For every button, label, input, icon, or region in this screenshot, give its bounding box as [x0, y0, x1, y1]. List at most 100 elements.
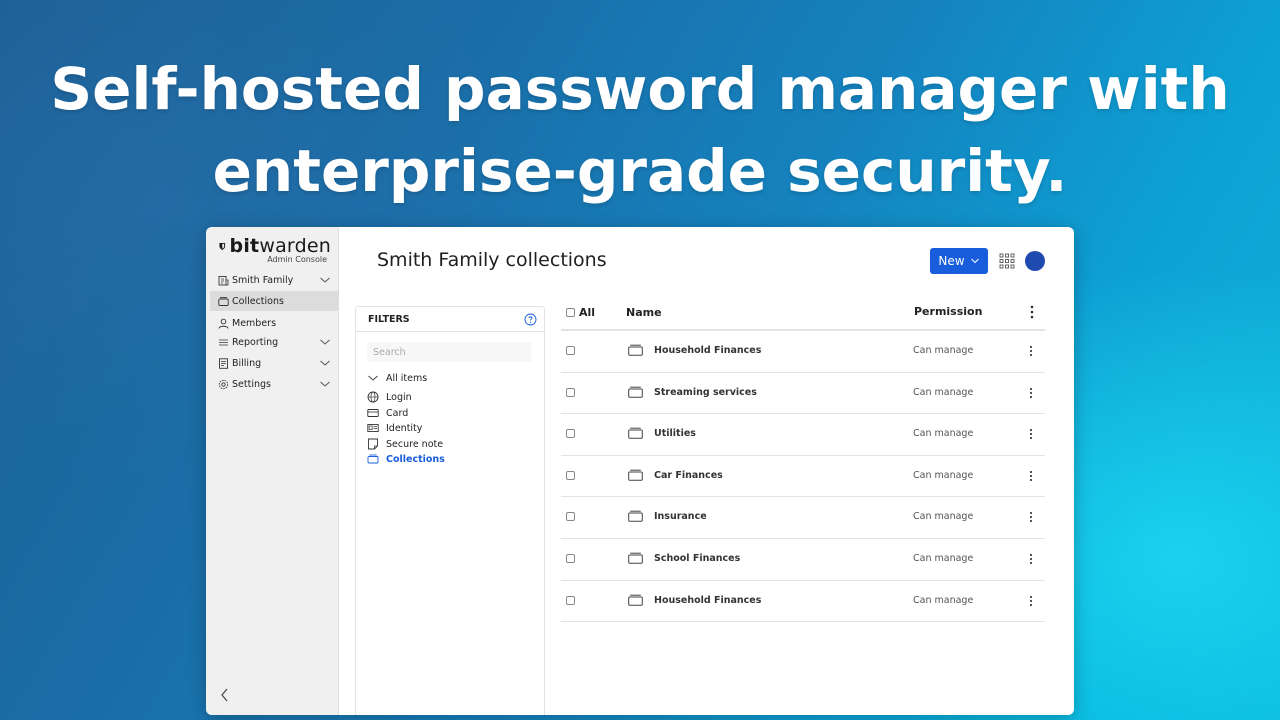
row-checkbox[interactable]	[566, 595, 575, 605]
org-icon	[218, 275, 229, 286]
card-icon	[367, 407, 379, 419]
row-checkbox[interactable]	[566, 429, 575, 439]
row-checkbox[interactable]	[566, 346, 575, 355]
table-row[interactable]: Household Finances Can manage	[561, 331, 1045, 373]
column-all[interactable]: All	[579, 306, 595, 319]
members-icon	[218, 318, 229, 329]
reporting-icon	[218, 337, 229, 348]
collection-permission: Can manage	[913, 469, 974, 481]
table-header: All Name Permission	[561, 297, 1045, 331]
filter-all-items[interactable]: All items	[367, 371, 427, 385]
filters-header: FILTERS	[356, 307, 544, 332]
more-options-icon[interactable]	[1029, 469, 1033, 483]
sidebar-item-label: Settings	[232, 378, 271, 390]
sidebar-item-label: Billing	[232, 357, 262, 369]
table-row[interactable]: School Finances Can manage	[561, 539, 1045, 581]
chevron-down-icon[interactable]	[367, 372, 379, 384]
headline: Self-hosted password manager with enterp…	[0, 48, 1280, 212]
more-options-icon[interactable]	[1030, 305, 1034, 319]
filter-label: Card	[386, 407, 409, 419]
note-icon	[367, 438, 379, 450]
search-input[interactable]	[367, 342, 531, 362]
filter-collections[interactable]: Collections	[367, 452, 445, 466]
chevron-down-icon[interactable]	[319, 274, 331, 286]
filter-label: All items	[386, 372, 428, 384]
page-title: Smith Family collections	[377, 249, 607, 271]
settings-icon	[218, 379, 229, 390]
chevron-down-icon	[970, 258, 979, 264]
more-options-icon[interactable]	[1029, 427, 1033, 441]
collection-permission: Can manage	[913, 386, 974, 398]
sidebar: bitwarden Admin Console Smith Family Col…	[206, 227, 339, 715]
billing-icon	[218, 357, 229, 369]
shield-icon	[219, 242, 226, 250]
more-options-icon[interactable]	[1029, 344, 1033, 358]
collection-permission: Can manage	[913, 594, 974, 606]
filter-label: Login	[386, 391, 412, 403]
collection-name[interactable]: School Finances	[654, 553, 740, 564]
avatar[interactable]	[1025, 251, 1045, 271]
collection-icon	[628, 469, 643, 481]
collection-icon	[628, 552, 643, 564]
collection-name[interactable]: Car Finances	[654, 470, 723, 481]
app-switcher-icon[interactable]	[999, 253, 1015, 269]
filter-card[interactable]: Card	[367, 406, 408, 420]
chevron-down-icon[interactable]	[319, 336, 331, 348]
headline-line-1: Self-hosted password manager with	[50, 55, 1230, 123]
table-row[interactable]: Insurance Can manage	[561, 497, 1045, 539]
column-name[interactable]: Name	[626, 306, 662, 319]
row-checkbox[interactable]	[566, 387, 575, 397]
filter-secure-note[interactable]: Secure note	[367, 437, 443, 451]
filter-identity[interactable]: Identity	[367, 421, 422, 435]
collection-permission: Can manage	[913, 345, 974, 356]
more-options-icon[interactable]	[1029, 510, 1033, 524]
globe-icon	[367, 391, 379, 403]
select-all-checkbox[interactable]	[566, 308, 575, 317]
collection-name[interactable]: Insurance	[654, 511, 707, 522]
collection-permission: Can manage	[913, 428, 974, 440]
sidebar-item-label: Collections	[232, 295, 284, 307]
table-row[interactable]: Streaming services Can manage	[561, 373, 1045, 415]
row-checkbox[interactable]	[566, 470, 575, 480]
column-permission[interactable]: Permission	[914, 305, 982, 318]
collection-name[interactable]: Household Finances	[654, 595, 761, 606]
collections-icon	[218, 296, 229, 307]
row-checkbox[interactable]	[566, 553, 575, 563]
collection-permission: Can manage	[913, 552, 974, 564]
collection-permission: Can manage	[913, 511, 974, 523]
more-options-icon[interactable]	[1029, 594, 1033, 608]
app-window: bitwarden Admin Console Smith Family Col…	[206, 227, 1074, 715]
collapse-sidebar-icon[interactable]	[220, 687, 230, 703]
help-icon[interactable]	[524, 313, 537, 326]
collections-table: All Name Permission Household Finances Ca…	[561, 297, 1045, 623]
filter-login[interactable]: Login	[367, 390, 412, 404]
filter-label: Identity	[386, 422, 423, 434]
table-row[interactable]: Household Finances Can manage	[561, 581, 1045, 623]
collection-icon	[628, 344, 643, 356]
sidebar-item-reporting[interactable]: Reporting	[210, 332, 339, 352]
sidebar-item-settings[interactable]: Settings	[210, 374, 339, 394]
chevron-down-icon[interactable]	[319, 357, 331, 369]
filter-label: Collections	[386, 453, 445, 465]
more-options-icon[interactable]	[1029, 552, 1033, 566]
sidebar-item-billing[interactable]: Billing	[210, 353, 339, 373]
headline-line-2: enterprise-grade security.	[212, 137, 1068, 205]
chevron-down-icon[interactable]	[319, 378, 331, 390]
collection-name[interactable]: Streaming services	[654, 387, 757, 398]
sidebar-item-smith-family[interactable]: Smith Family	[210, 270, 339, 290]
filters-title: FILTERS	[368, 313, 410, 325]
sidebar-item-members[interactable]: Members	[210, 313, 339, 333]
table-row[interactable]: Utilities Can manage	[561, 414, 1045, 456]
collection-icon	[628, 511, 643, 523]
bitwarden-logo[interactable]: bitwarden Admin Console	[219, 235, 331, 264]
new-button[interactable]: New	[930, 248, 988, 274]
collection-name[interactable]: Household Finances	[654, 345, 761, 356]
sidebar-item-label: Reporting	[232, 336, 279, 348]
sidebar-item-collections[interactable]: Collections	[210, 291, 339, 311]
row-checkbox[interactable]	[566, 512, 575, 522]
collection-icon	[628, 386, 643, 398]
table-row[interactable]: Car Finances Can manage	[561, 456, 1045, 498]
more-options-icon[interactable]	[1029, 386, 1033, 400]
collections-icon	[367, 453, 379, 465]
collection-name[interactable]: Utilities	[654, 428, 696, 439]
